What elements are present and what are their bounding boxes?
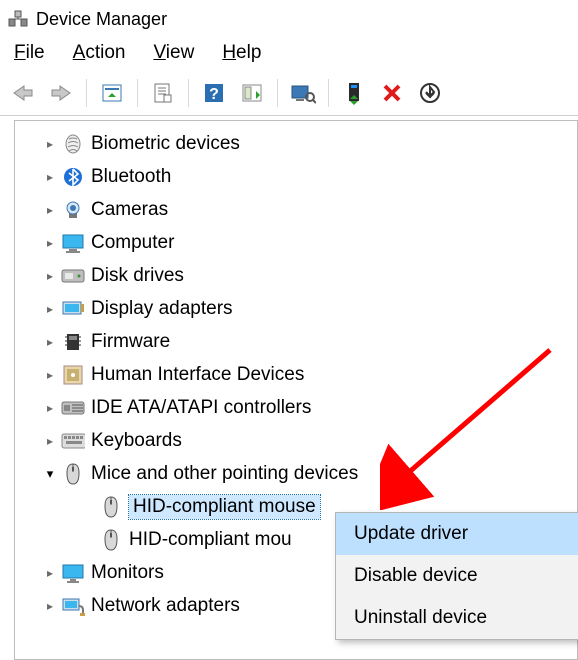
toolbar: ? (0, 72, 578, 116)
network-icon (61, 594, 85, 618)
scan-hardware-button[interactable] (286, 76, 320, 110)
chevron-right-icon[interactable] (41, 203, 59, 217)
mouse-icon (61, 462, 85, 486)
disk-icon (61, 264, 85, 288)
show-hidden-button[interactable] (95, 76, 129, 110)
tree-node-label: HID-compliant mou (129, 529, 292, 551)
tree-node-label: Network adapters (91, 595, 240, 617)
toolbar-divider (328, 79, 329, 107)
chevron-right-icon[interactable] (41, 599, 59, 613)
tree-node-label: Firmware (91, 331, 170, 353)
tree-node[interactable]: Human Interface Devices (15, 358, 577, 391)
help-button[interactable]: ? (197, 76, 231, 110)
properties-button[interactable] (146, 76, 180, 110)
chevron-right-icon[interactable] (41, 236, 59, 250)
toolbar-divider (137, 79, 138, 107)
titlebar: Device Manager (0, 0, 578, 36)
monitor-icon (61, 561, 85, 585)
tree-node-label: Disk drives (91, 265, 184, 287)
computer-icon (61, 231, 85, 255)
window-title: Device Manager (36, 9, 167, 30)
menu-file[interactable]: File (14, 42, 45, 64)
context-disable-device[interactable]: Disable device (336, 555, 578, 597)
toolbar-divider (188, 79, 189, 107)
uninstall-button[interactable] (375, 76, 409, 110)
context-update-driver[interactable]: Update driver (336, 513, 578, 555)
chevron-right-icon[interactable] (41, 401, 59, 415)
tree-node-label: Computer (91, 232, 174, 254)
menubar: File Action View Help (0, 36, 578, 72)
tree-node[interactable]: Disk drives (15, 259, 577, 292)
tree-node-label: Cameras (91, 199, 168, 221)
tree-node[interactable]: Mice and other pointing devices (15, 457, 577, 490)
chevron-right-icon[interactable] (41, 269, 59, 283)
context-menu: Update driver Disable device Uninstall d… (335, 512, 578, 640)
chevron-right-icon[interactable] (41, 335, 59, 349)
display-adapter-icon (61, 297, 85, 321)
device-manager-icon (8, 9, 28, 29)
menu-view[interactable]: View (153, 42, 194, 64)
tree-node[interactable]: Firmware (15, 325, 577, 358)
toolbar-divider (86, 79, 87, 107)
mouse-icon (99, 495, 123, 519)
chevron-right-icon[interactable] (41, 170, 59, 184)
menu-help[interactable]: Help (222, 42, 261, 64)
tree-node[interactable]: Keyboards (15, 424, 577, 457)
fingerprint-icon (61, 132, 85, 156)
tree-node[interactable]: Display adapters (15, 292, 577, 325)
ide-icon (61, 396, 85, 420)
tree-node-label: Keyboards (91, 430, 182, 452)
chevron-right-icon[interactable] (41, 566, 59, 580)
tree-node[interactable]: Bluetooth (15, 160, 577, 193)
enable-button[interactable] (413, 76, 447, 110)
chevron-right-icon[interactable] (41, 137, 59, 151)
tree-node[interactable]: Computer (15, 226, 577, 259)
tree-node[interactable]: Biometric devices (15, 127, 577, 160)
tree-node-label: Monitors (91, 562, 164, 584)
camera-icon (61, 198, 85, 222)
chevron-right-icon[interactable] (41, 368, 59, 382)
tree-node-label: Display adapters (91, 298, 233, 320)
mouse-icon (99, 528, 123, 552)
tree-node-label: Mice and other pointing devices (91, 463, 358, 485)
tree-node-label: Biometric devices (91, 133, 240, 155)
tree-node-label: Bluetooth (91, 166, 171, 188)
bluetooth-icon (61, 165, 85, 189)
firmware-icon (61, 330, 85, 354)
tree-node-label: Human Interface Devices (91, 364, 304, 386)
tree-node[interactable]: Cameras (15, 193, 577, 226)
menu-action[interactable]: Action (73, 42, 126, 64)
toolbar-divider (277, 79, 278, 107)
update-driver-button[interactable] (337, 76, 371, 110)
chevron-right-icon[interactable] (41, 434, 59, 448)
keyboard-icon (61, 429, 85, 453)
svg-text:?: ? (209, 86, 219, 103)
tree-node[interactable]: IDE ATA/ATAPI controllers (15, 391, 577, 424)
back-button[interactable] (6, 76, 40, 110)
forward-button[interactable] (44, 76, 78, 110)
hid-icon (61, 363, 85, 387)
tree-node-label: IDE ATA/ATAPI controllers (91, 397, 311, 419)
tree-node-label: HID-compliant mouse (129, 495, 320, 519)
context-uninstall-device[interactable]: Uninstall device (336, 597, 578, 639)
action-panel-button[interactable] (235, 76, 269, 110)
chevron-down-icon[interactable] (41, 466, 59, 482)
chevron-right-icon[interactable] (41, 302, 59, 316)
